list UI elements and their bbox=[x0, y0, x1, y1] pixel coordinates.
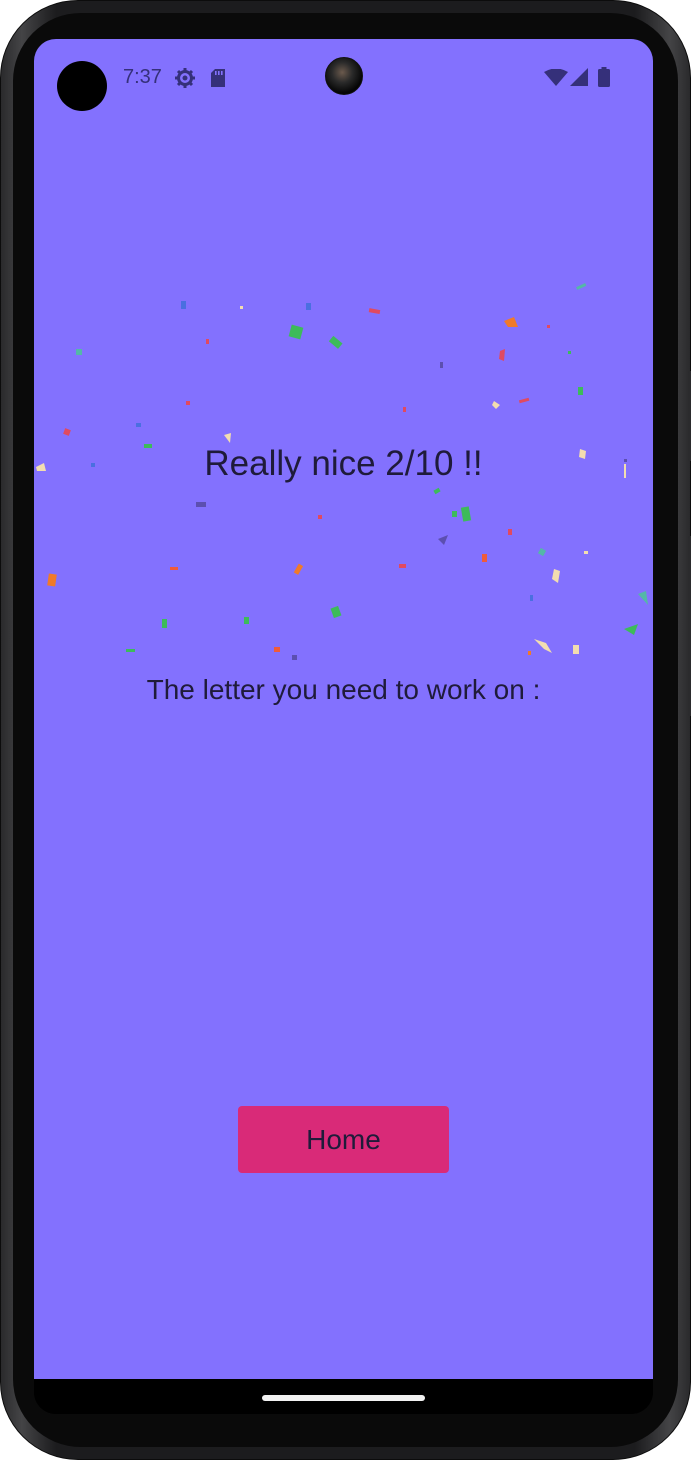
front-camera bbox=[325, 57, 363, 95]
sd-card-icon bbox=[210, 68, 226, 93]
home-button[interactable]: Home bbox=[238, 1106, 449, 1173]
status-bar: 7:37 bbox=[34, 39, 653, 117]
profile-avatar bbox=[57, 61, 107, 111]
letter-to-practice-label: The letter you need to work on : bbox=[146, 674, 541, 705]
result-screen: 7:37 Really nice 2/10 !! The letter you … bbox=[34, 39, 653, 1379]
device-screen: 7:37 Really nice 2/10 !! The letter you … bbox=[34, 39, 653, 1414]
cellular-signal-icon bbox=[570, 68, 588, 91]
wifi-icon bbox=[544, 68, 568, 92]
settings-gear-icon bbox=[174, 67, 196, 94]
score-title: Really nice 2/10 !! bbox=[204, 444, 483, 483]
confetti-animation bbox=[36, 282, 648, 660]
status-time: 7:37 bbox=[123, 66, 162, 88]
navigation-bar bbox=[34, 1379, 653, 1414]
gesture-handle[interactable] bbox=[262, 1395, 425, 1401]
battery-icon bbox=[598, 67, 610, 92]
